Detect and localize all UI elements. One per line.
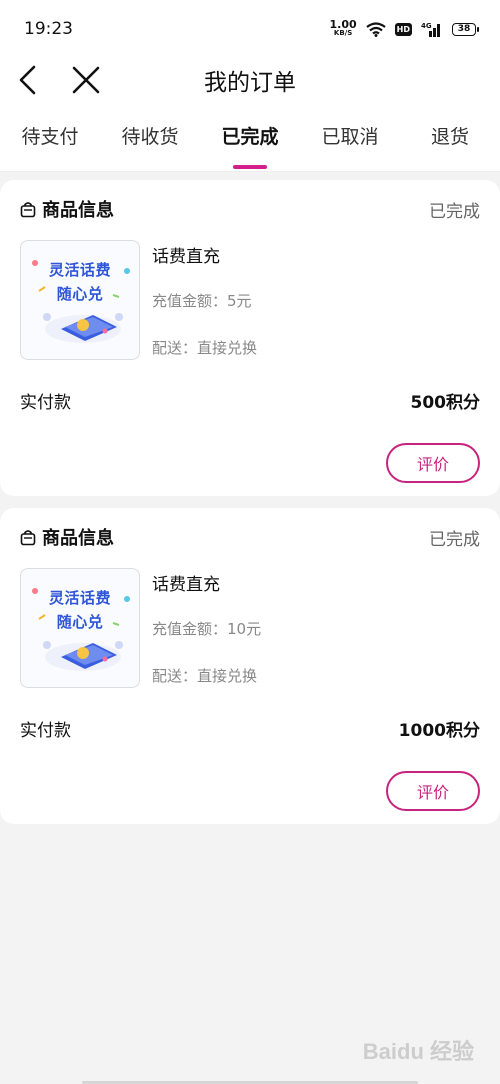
phone-card-illustration — [32, 588, 130, 671]
amount-paid-value: 1000积分 — [398, 721, 480, 741]
shopping-bag-icon — [20, 201, 36, 217]
tab-label: 已取消 — [321, 126, 379, 148]
card-header-left: 商品信息 — [20, 196, 114, 222]
active-tab-underline — [233, 165, 267, 169]
status-icons: 1.00 KB/S HD 4G 38 — [329, 18, 479, 38]
review-button[interactable]: 评价 — [386, 443, 480, 483]
product-name: 话费直充 — [152, 575, 220, 595]
wifi-icon — [365, 21, 386, 37]
network-speed-value: 1.00 — [329, 18, 357, 31]
tab-label: 待支付 — [21, 126, 79, 148]
card-header: 商品信息 已完成 — [20, 196, 480, 222]
order-card[interactable]: 商品信息 已完成 灵活话费 随心兑 话费直充 充值金额：10元 配送：直接兑换 … — [0, 508, 500, 824]
tab-completed[interactable]: 已完成 — [200, 120, 300, 171]
product-thumbnail[interactable]: 灵活话费 随心兑 — [20, 240, 140, 360]
recharge-amount: 充值金额：10元 — [152, 620, 262, 638]
order-card[interactable]: 商品信息 已完成 灵活话费 随心兑 话费直充 充值金额：5元 配送：直接兑换 实… — [0, 180, 500, 496]
network-speed: 1.00 KB/S — [329, 18, 357, 38]
tab-label: 退货 — [430, 126, 469, 148]
order-status: 已完成 — [429, 201, 480, 222]
tab-returns[interactable]: 退货 — [400, 120, 500, 171]
amount-paid-label: 实付款 — [20, 393, 71, 413]
order-status: 已完成 — [429, 529, 480, 550]
header: 我的订单 — [0, 60, 500, 120]
network-speed-unit: KB/S — [333, 29, 353, 37]
card-header: 商品信息 已完成 — [20, 524, 480, 550]
amount-paid-value: 500积分 — [410, 393, 481, 413]
section-title: 商品信息 — [42, 200, 114, 221]
card-header-left: 商品信息 — [20, 524, 114, 550]
shopping-bag-icon — [20, 529, 36, 545]
hd-badge: HD — [394, 22, 412, 36]
product-thumbnail[interactable]: 灵活话费 随心兑 — [20, 568, 140, 688]
order-tabs: 待支付 待收货 已完成 已取消 退货 — [0, 120, 500, 172]
page-title: 我的订单 — [204, 70, 296, 96]
section-title: 商品信息 — [42, 528, 114, 549]
battery-icon: 38 — [452, 22, 479, 36]
signal-icon: 4G — [421, 22, 440, 37]
tab-label: 已完成 — [221, 126, 279, 148]
tab-pending-payment[interactable]: 待支付 — [0, 120, 100, 171]
order-list: 商品信息 已完成 灵活话费 随心兑 话费直充 充值金额：5元 配送：直接兑换 实… — [0, 172, 500, 824]
phone-card-illustration — [32, 260, 130, 343]
tab-cancelled[interactable]: 已取消 — [300, 120, 400, 171]
tab-label: 待收货 — [121, 126, 179, 148]
recharge-amount: 充值金额：5元 — [152, 292, 252, 310]
product-name: 话费直充 — [152, 247, 220, 267]
watermark: Baidu 经验 — [362, 1039, 474, 1064]
signal-label: 4G — [421, 22, 432, 30]
status-time: 19:23 — [24, 19, 73, 39]
tab-pending-receipt[interactable]: 待收货 — [100, 120, 200, 171]
delivery-method: 配送：直接兑换 — [152, 339, 258, 357]
amount-paid-label: 实付款 — [20, 721, 71, 741]
status-bar: 19:23 1.00 KB/S HD 4G 38 — [0, 0, 500, 60]
delivery-method: 配送：直接兑换 — [152, 667, 258, 685]
review-button[interactable]: 评价 — [386, 771, 480, 811]
